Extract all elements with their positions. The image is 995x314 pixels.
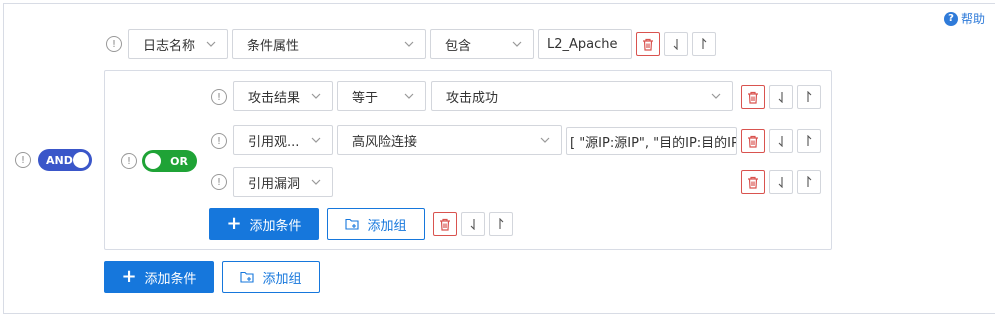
add-group-label: 添加组 <box>367 218 407 234</box>
arrow-up-icon <box>807 176 812 187</box>
operator-select-value: 等于 <box>352 90 379 106</box>
value-select[interactable]: 攻击成功 <box>431 81 733 111</box>
field-select[interactable]: 攻击结果 <box>233 81 333 111</box>
group-add-condition-button[interactable]: + 添加条件 <box>209 208 319 240</box>
attribute-select-value: 条件属性 <box>247 38 300 54</box>
field-select-value: 引用观... <box>248 134 300 150</box>
operator-select[interactable]: 等于 <box>337 81 426 111</box>
chevron-down-icon <box>205 38 217 50</box>
arrow-up-icon <box>499 218 504 229</box>
plus-icon: + <box>226 213 242 234</box>
trash-icon <box>748 91 758 104</box>
info-circle-icon[interactable]: ! <box>211 133 227 149</box>
chevron-down-icon <box>403 38 415 50</box>
attribute-select[interactable]: 条件属性 <box>232 29 426 59</box>
field-select[interactable]: 引用观... <box>233 125 333 155</box>
info-circle-icon[interactable]: ! <box>211 89 227 105</box>
operator-select-value: 高风险连接 <box>352 135 418 150</box>
operator-select-value: 包含 <box>445 38 472 54</box>
group-add-group-button[interactable]: 添加组 <box>327 208 425 240</box>
question-circle-icon: ? <box>943 11 958 26</box>
trash-icon <box>748 176 758 189</box>
arrow-down-icon <box>778 92 783 103</box>
operator-select[interactable]: 高风险连接 <box>337 125 562 155</box>
toggle-knob <box>145 153 161 169</box>
root-add-condition-button[interactable]: + 添加条件 <box>104 261 214 293</box>
move-down-button[interactable] <box>769 170 793 194</box>
toggle-label: AND <box>46 153 73 167</box>
chevron-down-icon <box>310 134 322 146</box>
field-select[interactable]: 引用漏洞 <box>233 167 333 197</box>
plus-icon: + <box>121 266 137 287</box>
chevron-down-icon <box>539 134 551 146</box>
chevron-down-icon <box>310 90 322 102</box>
toggle-knob <box>73 152 89 168</box>
folder-add-icon <box>240 271 255 283</box>
info-circle-icon[interactable]: ! <box>121 153 137 169</box>
field-select-value: 攻击结果 <box>248 90 301 106</box>
move-up-button[interactable] <box>797 85 821 109</box>
chevron-down-icon <box>511 38 523 50</box>
info-circle-icon[interactable]: ! <box>15 152 31 168</box>
trash-icon <box>440 218 450 231</box>
move-up-button[interactable] <box>797 170 821 194</box>
arrow-up-icon <box>807 135 812 146</box>
chevron-down-icon <box>310 176 322 188</box>
arrow-up-icon <box>807 91 812 102</box>
and-or-toggle-root[interactable]: AND <box>38 149 92 171</box>
move-up-button[interactable] <box>692 32 716 56</box>
arrow-down-icon <box>470 219 475 230</box>
arrow-down-icon <box>673 39 678 50</box>
move-down-button[interactable] <box>769 85 793 109</box>
add-group-label: 添加组 <box>262 271 302 287</box>
info-circle-icon[interactable]: ! <box>106 36 122 52</box>
add-condition-label: 添加条件 <box>249 218 302 234</box>
trash-icon <box>748 135 758 148</box>
delete-button[interactable] <box>636 32 660 56</box>
arrow-down-icon <box>778 136 783 147</box>
move-group-up-button[interactable] <box>489 212 513 236</box>
operator-select[interactable]: 包含 <box>430 29 534 59</box>
help-link[interactable]: ? 帮助 <box>943 10 985 27</box>
and-or-toggle-group[interactable]: OR <box>142 150 197 172</box>
toggle-label: OR <box>170 154 188 168</box>
value-input[interactable]: L2_Apache <box>538 29 632 59</box>
delete-button[interactable] <box>741 129 765 153</box>
help-label: 帮助 <box>960 12 985 26</box>
field-select-value: 引用漏洞 <box>248 176 301 192</box>
value-input[interactable]: [ "源IP:源IP", "目的IP:目的IP" <box>566 127 737 155</box>
chevron-down-icon <box>710 90 722 102</box>
delete-button[interactable] <box>741 85 765 109</box>
value-select-value: 攻击成功 <box>446 90 499 106</box>
field-select-value: 日志名称 <box>143 38 196 54</box>
arrow-down-icon <box>778 177 783 188</box>
move-group-down-button[interactable] <box>461 212 485 236</box>
add-condition-label: 添加条件 <box>144 271 197 287</box>
root-add-group-button[interactable]: 添加组 <box>222 261 320 293</box>
move-down-button[interactable] <box>769 129 793 153</box>
trash-icon <box>643 38 653 51</box>
move-down-button[interactable] <box>664 32 688 56</box>
delete-group-button[interactable] <box>433 212 457 236</box>
field-select[interactable]: 日志名称 <box>128 29 228 59</box>
move-up-button[interactable] <box>797 129 821 153</box>
arrow-up-icon <box>702 38 707 49</box>
chevron-down-icon <box>403 90 415 102</box>
info-circle-icon[interactable]: ! <box>211 174 227 190</box>
delete-button[interactable] <box>741 170 765 194</box>
folder-add-icon <box>345 218 360 230</box>
